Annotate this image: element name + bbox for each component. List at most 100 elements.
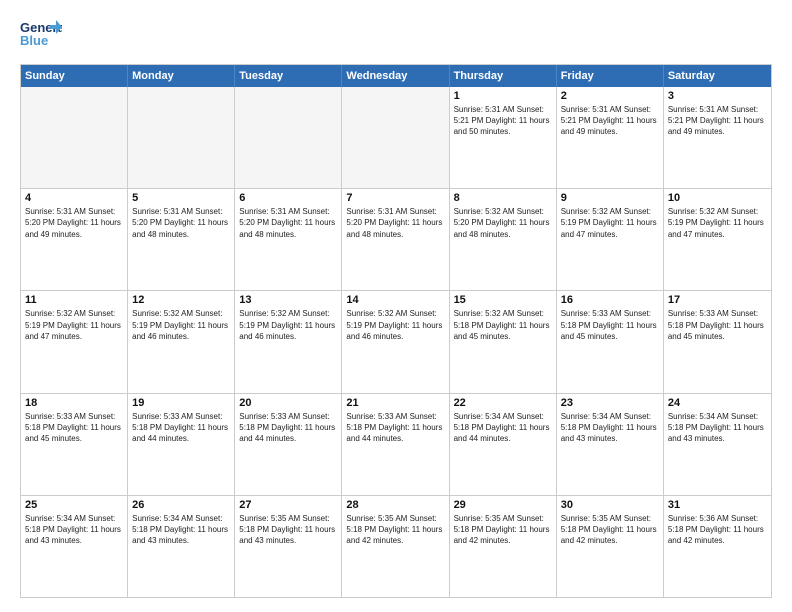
day-number: 8 <box>454 192 552 204</box>
cell-info: Sunrise: 5:34 AM Sunset: 5:18 PM Dayligh… <box>561 411 659 445</box>
cell-info: Sunrise: 5:34 AM Sunset: 5:18 PM Dayligh… <box>132 513 230 547</box>
cal-header-day: Wednesday <box>342 65 449 87</box>
calendar: SundayMondayTuesdayWednesdayThursdayFrid… <box>20 64 772 598</box>
cell-info: Sunrise: 5:35 AM Sunset: 5:18 PM Dayligh… <box>561 513 659 547</box>
day-number: 14 <box>346 294 444 306</box>
day-number: 16 <box>561 294 659 306</box>
calendar-cell: 25 Sunrise: 5:34 AM Sunset: 5:18 PM Dayli… <box>21 496 128 597</box>
day-number: 12 <box>132 294 230 306</box>
calendar-cell: 11 Sunrise: 5:32 AM Sunset: 5:19 PM Dayli… <box>21 291 128 392</box>
calendar-cell <box>128 87 235 188</box>
cal-header-day: Thursday <box>450 65 557 87</box>
day-number: 3 <box>668 90 767 102</box>
cell-info: Sunrise: 5:33 AM Sunset: 5:18 PM Dayligh… <box>561 308 659 342</box>
day-number: 5 <box>132 192 230 204</box>
logo: General Blue <box>20 18 62 54</box>
calendar-cell: 21Sunrise: 5:33 AM Sunset: 5:18 PM Dayli… <box>342 394 449 495</box>
day-number: 9 <box>561 192 659 204</box>
day-number: 28 <box>346 499 444 511</box>
day-number: 11 <box>25 294 123 306</box>
calendar-cell <box>235 87 342 188</box>
day-number: 20 <box>239 397 337 409</box>
cell-info: Sunrise: 5:32 AM Sunset: 5:19 PM Dayligh… <box>346 308 444 342</box>
cell-info: Sunrise: 5:31 AM Sunset: 5:20 PM Dayligh… <box>25 206 123 240</box>
cell-info: Sunrise: 5:31 AM Sunset: 5:20 PM Dayligh… <box>346 206 444 240</box>
calendar-week-row: 1Sunrise: 5:31 AM Sunset: 5:21 PM Daylig… <box>21 87 771 189</box>
cell-info: Sunrise: 5:35 AM Sunset: 5:18 PM Dayligh… <box>454 513 552 547</box>
calendar-cell: 8 Sunrise: 5:32 AM Sunset: 5:20 PM Daylig… <box>450 189 557 290</box>
day-number: 23 <box>561 397 659 409</box>
calendar-cell: 24 Sunrise: 5:34 AM Sunset: 5:18 PM Dayli… <box>664 394 771 495</box>
cell-info: Sunrise: 5:33 AM Sunset: 5:18 PM Dayligh… <box>239 411 337 445</box>
calendar-cell <box>342 87 449 188</box>
calendar-cell: 4 Sunrise: 5:31 AM Sunset: 5:20 PM Daylig… <box>21 189 128 290</box>
calendar-cell: 6 Sunrise: 5:31 AM Sunset: 5:20 PM Daylig… <box>235 189 342 290</box>
cal-header-day: Sunday <box>21 65 128 87</box>
day-number: 24 <box>668 397 767 409</box>
cell-info: Sunrise: 5:31 AM Sunset: 5:20 PM Dayligh… <box>132 206 230 240</box>
day-number: 22 <box>454 397 552 409</box>
day-number: 19 <box>132 397 230 409</box>
day-number: 25 <box>25 499 123 511</box>
cell-info: Sunrise: 5:33 AM Sunset: 5:18 PM Dayligh… <box>668 308 767 342</box>
cell-info: Sunrise: 5:31 AM Sunset: 5:21 PM Dayligh… <box>561 104 659 138</box>
cell-info: Sunrise: 5:32 AM Sunset: 5:19 PM Dayligh… <box>25 308 123 342</box>
calendar-cell: 18 Sunrise: 5:33 AM Sunset: 5:18 PM Dayli… <box>21 394 128 495</box>
cell-info: Sunrise: 5:34 AM Sunset: 5:18 PM Dayligh… <box>25 513 123 547</box>
calendar-week-row: 11 Sunrise: 5:32 AM Sunset: 5:19 PM Dayli… <box>21 291 771 393</box>
day-number: 10 <box>668 192 767 204</box>
calendar-cell: 26 Sunrise: 5:34 AM Sunset: 5:18 PM Dayli… <box>128 496 235 597</box>
calendar-cell: 7 Sunrise: 5:31 AM Sunset: 5:20 PM Daylig… <box>342 189 449 290</box>
calendar-cell <box>21 87 128 188</box>
calendar-body: 1Sunrise: 5:31 AM Sunset: 5:21 PM Daylig… <box>21 87 771 597</box>
logo-svg: General Blue <box>20 18 62 54</box>
cell-info: Sunrise: 5:33 AM Sunset: 5:18 PM Dayligh… <box>346 411 444 445</box>
cell-info: Sunrise: 5:31 AM Sunset: 5:20 PM Dayligh… <box>239 206 337 240</box>
day-number: 13 <box>239 294 337 306</box>
calendar-cell: 23 Sunrise: 5:34 AM Sunset: 5:18 PM Dayli… <box>557 394 664 495</box>
cal-header-day: Tuesday <box>235 65 342 87</box>
day-number: 7 <box>346 192 444 204</box>
calendar-cell: 16 Sunrise: 5:33 AM Sunset: 5:18 PM Dayli… <box>557 291 664 392</box>
day-number: 4 <box>25 192 123 204</box>
cell-info: Sunrise: 5:33 AM Sunset: 5:18 PM Dayligh… <box>25 411 123 445</box>
cell-info: Sunrise: 5:31 AM Sunset: 5:21 PM Dayligh… <box>668 104 767 138</box>
calendar-cell: 9 Sunrise: 5:32 AM Sunset: 5:19 PM Daylig… <box>557 189 664 290</box>
header: General Blue <box>20 18 772 54</box>
calendar-week-row: 4 Sunrise: 5:31 AM Sunset: 5:20 PM Daylig… <box>21 189 771 291</box>
cell-info: Sunrise: 5:34 AM Sunset: 5:18 PM Dayligh… <box>668 411 767 445</box>
calendar-cell: 29 Sunrise: 5:35 AM Sunset: 5:18 PM Dayli… <box>450 496 557 597</box>
calendar-cell: 5 Sunrise: 5:31 AM Sunset: 5:20 PM Daylig… <box>128 189 235 290</box>
cal-header-day: Saturday <box>664 65 771 87</box>
day-number: 18 <box>25 397 123 409</box>
calendar-week-row: 25 Sunrise: 5:34 AM Sunset: 5:18 PM Dayli… <box>21 496 771 597</box>
cell-info: Sunrise: 5:32 AM Sunset: 5:19 PM Dayligh… <box>132 308 230 342</box>
calendar-cell: 10 Sunrise: 5:32 AM Sunset: 5:19 PM Dayli… <box>664 189 771 290</box>
day-number: 17 <box>668 294 767 306</box>
svg-text:Blue: Blue <box>20 33 48 48</box>
calendar-cell: 19Sunrise: 5:33 AM Sunset: 5:18 PM Dayli… <box>128 394 235 495</box>
day-number: 6 <box>239 192 337 204</box>
calendar-cell: 2 Sunrise: 5:31 AM Sunset: 5:21 PM Daylig… <box>557 87 664 188</box>
cell-info: Sunrise: 5:32 AM Sunset: 5:19 PM Dayligh… <box>668 206 767 240</box>
cell-info: Sunrise: 5:32 AM Sunset: 5:19 PM Dayligh… <box>561 206 659 240</box>
calendar-cell: 28Sunrise: 5:35 AM Sunset: 5:18 PM Dayli… <box>342 496 449 597</box>
calendar-cell: 3 Sunrise: 5:31 AM Sunset: 5:21 PM Daylig… <box>664 87 771 188</box>
calendar-week-row: 18 Sunrise: 5:33 AM Sunset: 5:18 PM Dayli… <box>21 394 771 496</box>
cell-info: Sunrise: 5:32 AM Sunset: 5:18 PM Dayligh… <box>454 308 552 342</box>
calendar-header-row: SundayMondayTuesdayWednesdayThursdayFrid… <box>21 65 771 87</box>
page: General Blue SundayMondayTuesdayWednesda… <box>0 0 792 612</box>
cal-header-day: Monday <box>128 65 235 87</box>
cell-info: Sunrise: 5:32 AM Sunset: 5:20 PM Dayligh… <box>454 206 552 240</box>
calendar-cell: 13Sunrise: 5:32 AM Sunset: 5:19 PM Dayli… <box>235 291 342 392</box>
calendar-cell: 27 Sunrise: 5:35 AM Sunset: 5:18 PM Dayli… <box>235 496 342 597</box>
calendar-cell: 12 Sunrise: 5:32 AM Sunset: 5:19 PM Dayli… <box>128 291 235 392</box>
calendar-cell: 22Sunrise: 5:34 AM Sunset: 5:18 PM Dayli… <box>450 394 557 495</box>
day-number: 29 <box>454 499 552 511</box>
day-number: 26 <box>132 499 230 511</box>
day-number: 15 <box>454 294 552 306</box>
day-number: 2 <box>561 90 659 102</box>
calendar-cell: 15 Sunrise: 5:32 AM Sunset: 5:18 PM Dayli… <box>450 291 557 392</box>
day-number: 27 <box>239 499 337 511</box>
cell-info: Sunrise: 5:35 AM Sunset: 5:18 PM Dayligh… <box>239 513 337 547</box>
